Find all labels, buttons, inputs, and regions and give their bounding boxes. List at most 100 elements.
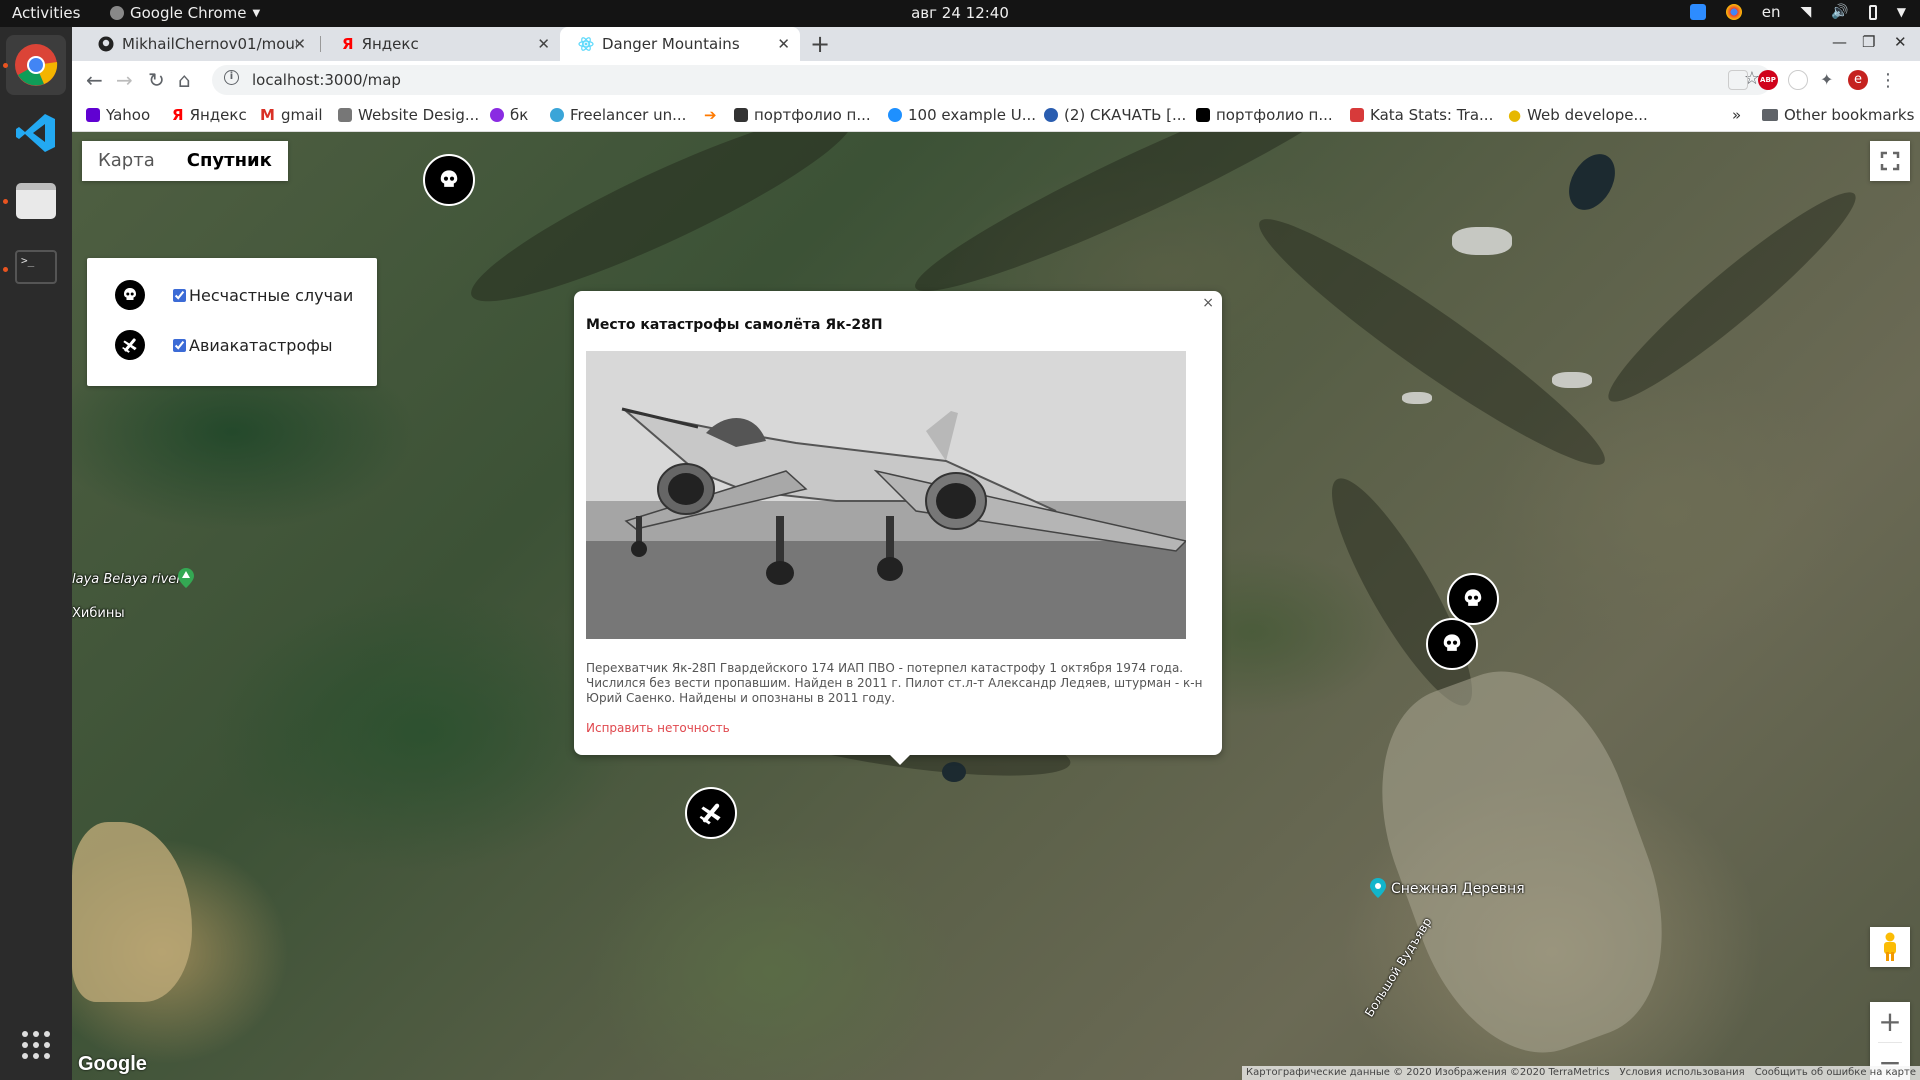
restore-button[interactable]: ❐ (1862, 33, 1875, 51)
bookmark-item[interactable]: Kata Stats: Tra... (1350, 106, 1493, 124)
dock-terminal[interactable]: >_ (6, 237, 66, 297)
extension-icon[interactable] (1788, 70, 1808, 90)
address-bar[interactable]: i localhost:3000/map ☆ (212, 65, 1772, 95)
puzzle-icon[interactable]: ✦ (1820, 70, 1840, 90)
forward-button[interactable]: → (116, 68, 133, 92)
close-icon[interactable]: × (1202, 295, 1214, 311)
skull-icon (115, 280, 145, 310)
terrain-shadow (1593, 175, 1871, 419)
home-button[interactable]: ⌂ (178, 68, 191, 92)
site-info-icon[interactable]: i (224, 70, 239, 85)
place-label-village[interactable]: Снежная Деревня (1391, 881, 1525, 897)
profile-avatar[interactable]: e (1848, 70, 1868, 90)
back-button[interactable]: ← (86, 68, 103, 92)
map-type-map-button[interactable]: Карта (82, 141, 171, 181)
yandex-icon: Я (342, 35, 354, 53)
place-label-khibiny[interactable]: Хибины (72, 606, 125, 621)
zoom-app-icon[interactable] (1689, 4, 1706, 20)
place-label-river2[interactable]: Большой Вудъявр (1362, 915, 1434, 1019)
bookmark-item[interactable]: 100 example U... (888, 106, 1036, 124)
report-map-error-link[interactable]: Сообщить об ошибке на карте (1755, 1066, 1916, 1080)
tab-danger-mountains[interactable]: Danger Mountains ✕ (560, 27, 800, 61)
adblock-icon[interactable]: ABP (1758, 70, 1778, 90)
language-indicator[interactable]: en (1762, 3, 1781, 21)
extension-icon[interactable] (1728, 70, 1748, 90)
attraction-pin-icon[interactable] (1370, 878, 1386, 898)
accidents-label[interactable]: Несчастные случаи (189, 286, 353, 305)
report-inaccuracy-link[interactable]: Исправить неточность (586, 721, 730, 735)
volume-icon[interactable]: 🔊 (1831, 4, 1848, 20)
tab-github[interactable]: MikhailChernov01/mount ✕ (80, 27, 316, 61)
place-label-river[interactable]: laya Belaya river (72, 572, 182, 587)
url-text[interactable]: localhost:3000/map (252, 71, 401, 89)
bookmark-item[interactable]: Я Яндекс (172, 106, 247, 124)
crashed-plane-icon (115, 330, 145, 360)
close-icon[interactable]: ✕ (293, 35, 306, 53)
reload-button[interactable]: ↻ (148, 68, 165, 92)
bookmark-item[interactable]: Mgmail (260, 106, 323, 124)
bookmark-item[interactable]: портфолио п... (1196, 106, 1333, 124)
nature-pin-icon[interactable] (178, 568, 194, 588)
other-bookmarks[interactable]: Other bookmarks (1762, 106, 1914, 124)
example-icon (888, 108, 902, 122)
bookmark-item[interactable]: Freelancer un... (550, 106, 686, 124)
bookmark-label: Web develope... (1527, 106, 1648, 124)
bookmark-item[interactable]: Yahoo (86, 106, 150, 124)
lake (1559, 146, 1625, 218)
plane-crashes-label[interactable]: Авиакатастрофы (189, 336, 333, 355)
yak-28p-photo-illustration (586, 351, 1186, 639)
accident-marker[interactable] (423, 154, 475, 206)
terrain-shadow (1242, 196, 1622, 488)
bookmark-label: бк (510, 106, 529, 124)
snow-patch (1452, 227, 1512, 255)
activities-button[interactable]: Activities (12, 4, 80, 22)
zoom-in-button[interactable]: + (1870, 1002, 1910, 1042)
show-applications-icon[interactable] (21, 1030, 51, 1060)
close-icon[interactable]: ✕ (537, 35, 550, 53)
bookmarks-bar: Yahoo Я Яндекс Mgmail Website Desig... бк… (72, 99, 1920, 132)
system-tray[interactable]: en ◥ 🔊 ▼ (1689, 3, 1906, 21)
tab-yandex[interactable]: Я Яндекс ✕ (324, 27, 560, 61)
new-tab-button[interactable]: + (810, 30, 830, 58)
battery-icon[interactable] (1868, 4, 1877, 20)
terminal-icon: >_ (15, 250, 57, 284)
bookmark-item[interactable]: (2) СКАЧАТЬ [... (1044, 106, 1186, 124)
fullscreen-button[interactable] (1870, 141, 1910, 181)
bookmark-item[interactable]: Website Desig... (338, 106, 479, 124)
bookmark-item[interactable]: ➔ (704, 106, 723, 124)
menu-kebab-icon[interactable]: ⋮ (1878, 70, 1898, 91)
map-type-satellite-button[interactable]: Спутник (171, 141, 288, 181)
running-indicator (3, 199, 8, 204)
minimize-button[interactable]: — (1832, 33, 1847, 51)
google-logo[interactable]: Google (78, 1053, 147, 1076)
more-bookmarks-button[interactable]: » (1732, 106, 1741, 124)
plane-crash-marker[interactable] (685, 787, 737, 839)
satellite-map[interactable]: Карта Спутник Несчастные случаи Авиаката… (72, 132, 1920, 1080)
bookmark-item[interactable]: ● Web develope... (1508, 106, 1648, 124)
fullscreen-icon (1880, 151, 1900, 171)
dock-chrome[interactable] (6, 35, 66, 95)
app-menu[interactable]: Google Chrome ▼ (110, 4, 260, 22)
bookmark-label: Яндекс (189, 106, 247, 124)
system-top-bar: Activities Google Chrome ▼ авг 24 12:40 … (0, 0, 1920, 27)
close-window-button[interactable]: ✕ (1894, 33, 1907, 51)
plane-crashes-checkbox[interactable] (173, 338, 186, 352)
clock[interactable]: авг 24 12:40 (0, 4, 1920, 22)
dock-files[interactable] (6, 171, 66, 231)
accidents-checkbox[interactable] (173, 288, 186, 302)
terms-of-use-link[interactable]: Условия использования (1620, 1066, 1745, 1080)
skull-icon (440, 170, 458, 187)
bk-icon (490, 108, 504, 122)
close-icon[interactable]: ✕ (777, 35, 790, 53)
bookmark-item[interactable]: портфолио п... (734, 106, 871, 124)
dock-vscode[interactable] (6, 103, 66, 163)
portfolio-icon (734, 108, 748, 122)
lake (942, 762, 966, 782)
street-view-pegman[interactable] (1870, 927, 1910, 967)
wifi-icon[interactable]: ◥ (1801, 4, 1812, 20)
power-menu-icon[interactable]: ▼ (1897, 5, 1906, 19)
attribution-data[interactable]: Картографические данные © 2020 Изображен… (1246, 1066, 1610, 1080)
bookmark-item[interactable]: бк (490, 106, 528, 124)
chrome-tray-icon[interactable] (1725, 4, 1742, 20)
accident-marker[interactable] (1426, 618, 1478, 670)
